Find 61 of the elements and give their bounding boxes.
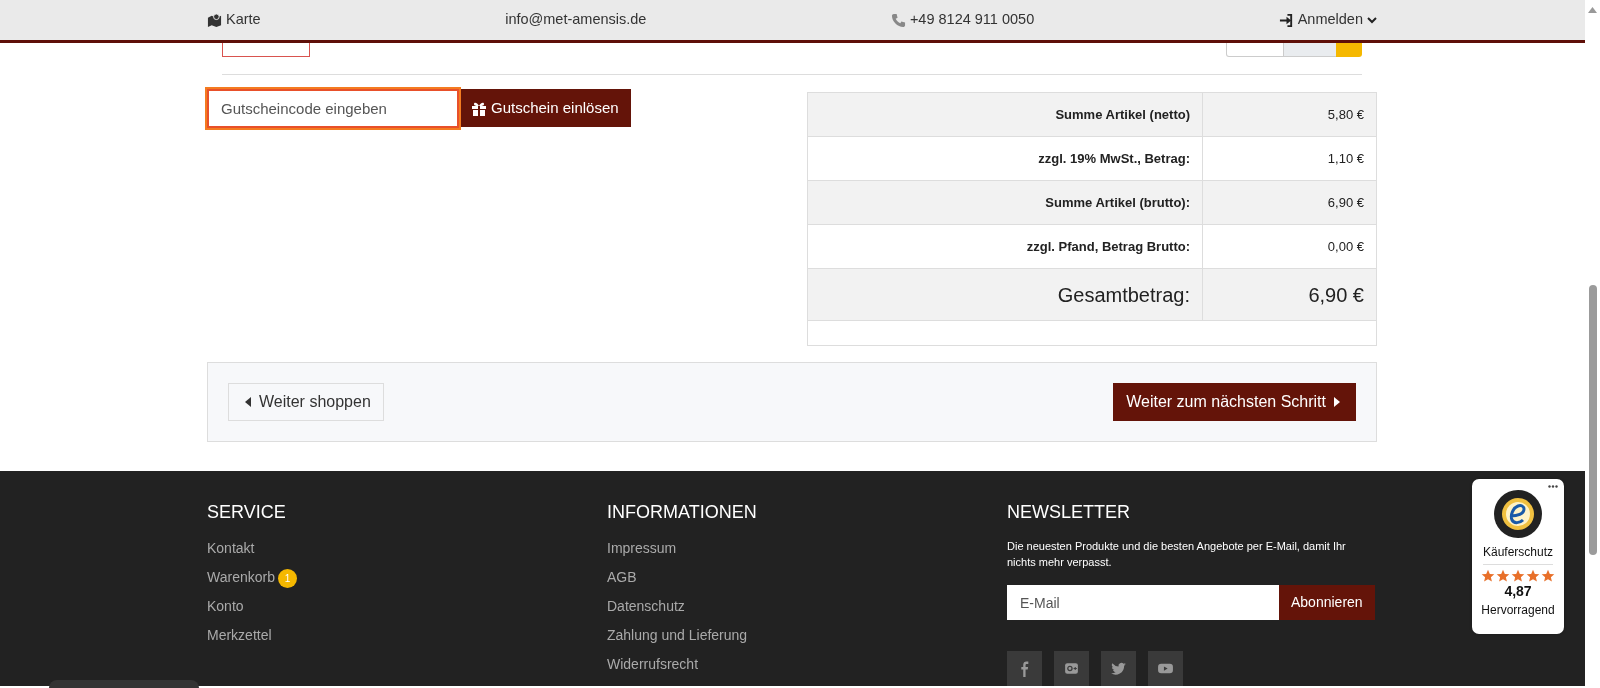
gift-icon [471, 100, 487, 116]
trust-badge[interactable]: Käuferschutz 4,87 Hervorragend [1472, 479, 1564, 634]
email-field[interactable]: E-Mail [1007, 585, 1279, 620]
footer-heading: INFORMATIONEN [607, 501, 758, 524]
map-icon [207, 12, 222, 28]
footer-link[interactable]: Zahlung und Lieferung [607, 625, 748, 646]
rating-verdict: Hervorragend [1481, 602, 1555, 619]
total-label: Gesamtbetrag: [807, 268, 1203, 321]
total-label: zzgl. 19% MwSt., Betrag: [807, 136, 1203, 181]
email-link[interactable]: info@met-amensis.de [505, 9, 647, 31]
caret-icon [1367, 16, 1377, 24]
protection-label: Käuferschutz [1482, 543, 1553, 565]
footer-link[interactable]: Warenkorb [207, 569, 275, 585]
star-icon [1496, 569, 1510, 583]
newsletter-text: Die neuesten Produkte und die besten Angebote per E-Mail, damit Ihr nichts mehr verpasst. [1007, 539, 1347, 570]
caret-icon [1334, 397, 1340, 407]
subscribe-button[interactable]: Abonnieren [1279, 585, 1375, 620]
footer-heading: NEWSLETTER [1007, 501, 1131, 524]
next-button[interactable]: Weiter zum nächsten Schritt [1113, 383, 1356, 421]
star-icon [1526, 569, 1540, 583]
footer-link[interactable]: Merkzettel [207, 625, 272, 646]
phone-icon [890, 12, 906, 28]
total-value: 1,10 € [1202, 136, 1377, 181]
twitter-icon [1110, 660, 1127, 677]
footer-heading: SERVICE [207, 501, 287, 524]
total-label: Summe Artikel (brutto): [807, 180, 1203, 225]
google-plus-icon [1063, 660, 1080, 677]
redeem-button[interactable]: Gutschein einlösen [461, 89, 631, 127]
star-icon [1541, 569, 1555, 583]
footer-link[interactable]: AGB [607, 567, 637, 588]
seal-icon [1493, 489, 1543, 539]
footer-link[interactable]: Widerrufsrecht [607, 654, 699, 675]
login-icon [1278, 12, 1294, 28]
scrollbar-thumb[interactable] [1589, 285, 1597, 555]
total-value: 6,90 € [1202, 180, 1377, 225]
social-button[interactable] [1148, 651, 1183, 686]
login-link[interactable]: Anmelden [1297, 9, 1363, 31]
phone-link[interactable]: +49 8124 911 0050 [909, 9, 1035, 31]
scroll-up-icon[interactable] [1588, 7, 1597, 13]
total-label: Summe Artikel (netto) [807, 92, 1203, 137]
social-button[interactable] [1054, 651, 1089, 686]
remove-button[interactable] [222, 43, 310, 57]
coupon-field[interactable]: Gutscheincode eingeben [207, 89, 459, 128]
more-icon [1548, 485, 1558, 488]
rating-value: 4,87 [1504, 583, 1532, 599]
star-icon [1511, 569, 1525, 583]
footer-link[interactable]: Konto [207, 596, 244, 617]
map-link[interactable]: Karte [226, 9, 261, 31]
footer-link[interactable]: Datenschutz [607, 596, 685, 617]
total-value: 0,00 € [1202, 224, 1377, 269]
caret-icon [245, 397, 251, 407]
back-button[interactable]: Weiter shoppen [228, 383, 384, 421]
total-value: 6,90 € [1202, 268, 1377, 321]
star-icon [1481, 569, 1495, 583]
social-button[interactable] [1101, 651, 1136, 686]
social-button[interactable] [1007, 651, 1042, 686]
count-badge: 1 [277, 569, 297, 588]
total-label: zzgl. Pfand, Betrag Brutto: [807, 224, 1203, 269]
footer-link[interactable]: Impressum [607, 538, 677, 559]
total-value: 5,80 € [1202, 92, 1377, 137]
footer-link[interactable]: Kontakt [207, 538, 255, 559]
